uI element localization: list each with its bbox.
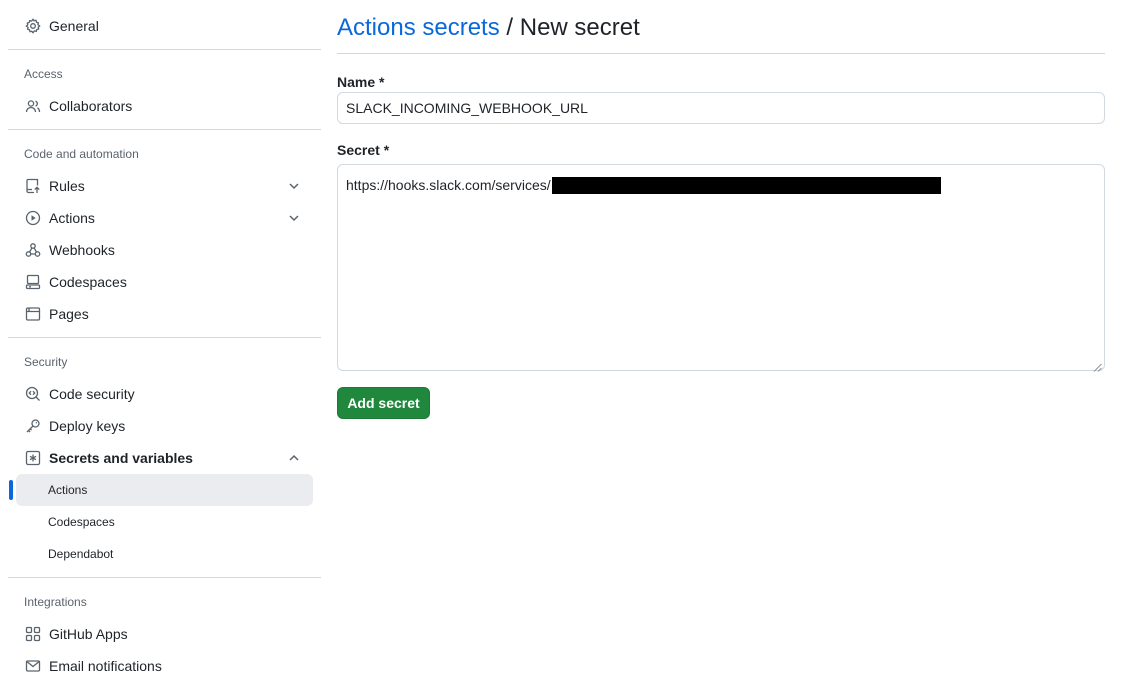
name-label: Name * [337, 74, 385, 90]
codescan-icon [25, 386, 41, 402]
title-divider [337, 53, 1105, 54]
page-title: Actions secrets / New secret [337, 14, 640, 42]
sidebar-subitem-dependabot[interactable]: Dependabot [16, 538, 313, 570]
webhook-icon [25, 242, 41, 258]
sidebar-item-label: Collaborators [49, 98, 133, 114]
page-title-text: New secret [519, 14, 640, 41]
sidebar-item-code-security[interactable]: Code security [16, 378, 313, 410]
sidebar-item-label: Secrets and variables [49, 450, 193, 466]
secret-name-value: SLACK_INCOMING_WEBHOOK_URL [346, 100, 588, 116]
sidebar-item-pages[interactable]: Pages [16, 298, 313, 330]
browser-icon [25, 306, 41, 322]
sidebar-item-collaborators[interactable]: Collaborators [16, 90, 313, 122]
sidebar-divider [8, 577, 321, 578]
chevron-down-icon[interactable] [287, 179, 301, 193]
sidebar-item-email-notifications[interactable]: Email notifications [16, 650, 313, 682]
group-label-security: Security [24, 355, 68, 369]
group-label-access: Access [24, 67, 63, 81]
key-icon [25, 418, 41, 434]
sidebar-item-webhooks[interactable]: Webhooks [16, 234, 313, 266]
sidebar-item-rules[interactable]: Rules [16, 170, 313, 202]
people-icon [25, 98, 41, 114]
chevron-up-icon[interactable] [287, 451, 301, 465]
group-label-integrations: Integrations [24, 595, 87, 609]
sidebar-subitem-codespaces[interactable]: Codespaces [16, 506, 313, 538]
sidebar-subitem-label: Actions [48, 483, 88, 497]
redacted-block [551, 176, 941, 194]
sidebar-item-label: Rules [49, 178, 85, 194]
sidebar-subitem-label: Codespaces [48, 515, 115, 529]
sidebar-divider [8, 49, 321, 50]
add-secret-button[interactable]: Add secret [337, 387, 430, 419]
secret-value-textarea[interactable]: https://hooks.slack.com/services/ [337, 164, 1105, 372]
sidebar-subitem-actions[interactable]: Actions [9, 474, 313, 506]
group-label-code-automation: Code and automation [24, 147, 139, 161]
play-icon [25, 210, 41, 226]
sidebar-item-github-apps[interactable]: GitHub Apps [16, 618, 313, 650]
sidebar-item-label: GitHub Apps [49, 626, 128, 642]
sidebar-item-label: Code security [49, 386, 135, 402]
sidebar-item-general[interactable]: General [16, 10, 313, 42]
codespaces-icon [25, 274, 41, 290]
apps-icon [25, 626, 41, 642]
sidebar-item-actions[interactable]: Actions [16, 202, 313, 234]
sidebar-item-label: Email notifications [49, 658, 162, 674]
resize-grip-icon[interactable] [1093, 359, 1102, 372]
breadcrumb-link-actions-secrets[interactable]: Actions secrets [337, 14, 500, 41]
mail-icon [25, 658, 41, 674]
secret-value-text: https://hooks.slack.com/services/ [346, 177, 551, 193]
secret-name-input[interactable]: SLACK_INCOMING_WEBHOOK_URL [337, 92, 1105, 124]
active-indicator [9, 480, 13, 500]
sidebar-subitem-label: Dependabot [48, 547, 114, 561]
sidebar-divider [8, 337, 321, 338]
sidebar-item-label: Deploy keys [49, 418, 126, 434]
gear-icon [25, 18, 41, 34]
sidebar-item-deploy-keys[interactable]: Deploy keys [16, 410, 313, 442]
breadcrumb-separator: / [499, 14, 520, 41]
sidebar-item-label: Webhooks [49, 242, 115, 258]
sidebar-item-label: Actions [49, 210, 95, 226]
sidebar-item-label: General [49, 18, 99, 34]
repo-push-icon [25, 178, 41, 194]
secret-label: Secret * [337, 142, 390, 158]
chevron-down-icon[interactable] [287, 211, 301, 225]
sidebar-item-secrets-and-variables[interactable]: Secrets and variables [16, 442, 313, 474]
sidebar-item-label: Codespaces [49, 274, 127, 290]
asterisk-icon [25, 450, 41, 466]
sidebar-item-codespaces[interactable]: Codespaces [16, 266, 313, 298]
sidebar-divider [8, 129, 321, 130]
sidebar-item-label: Pages [49, 306, 89, 322]
